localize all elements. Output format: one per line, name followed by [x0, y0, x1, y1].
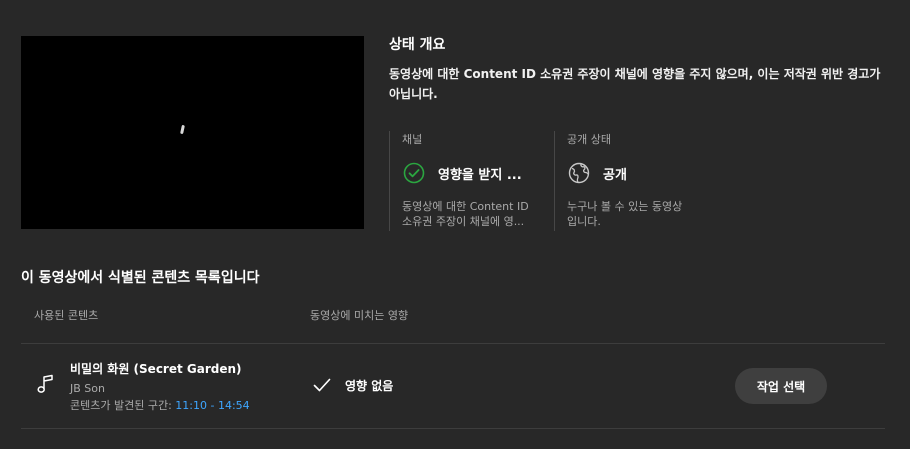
impact-value: 영향 없음 — [345, 378, 394, 393]
video-frame-artifact — [180, 124, 185, 135]
visibility-label: 공개 상태 — [567, 133, 611, 146]
impact-cell: 영향 없음 — [311, 374, 393, 396]
visibility-status-row: 공개 — [567, 161, 719, 185]
content-section-title: 이 동영상에서 식별된 콘텐츠 목록입니다 — [21, 270, 260, 286]
visibility-status-description: 누구나 볼 수 있는 동영상 입니다. — [567, 199, 709, 229]
visibility-desc-line-2: 입니다. — [567, 215, 601, 228]
status-cards: 채널 영향을 받지 ... 동영상에 대한 Content ID 소유권 주장이… — [389, 131, 719, 231]
song-artist: JB Son — [70, 382, 105, 395]
copyright-details-page: 상태 개요 동영상에 대한 Content ID 소유권 주장이 채널에 영향을… — [0, 0, 910, 449]
check-circle-icon — [403, 162, 425, 184]
visibility-desc-line-1: 누구나 볼 수 있는 동영상 — [567, 200, 683, 213]
select-action-button[interactable]: 작업 선택 — [735, 368, 827, 404]
visibility-status-value: 공개 — [603, 167, 627, 183]
channel-desc-line-1: 동영상에 대한 Content ID — [402, 200, 529, 213]
channel-desc-line-2: 소유권 주장이 채널에 영... — [402, 215, 525, 228]
check-icon — [313, 378, 331, 392]
visibility-status-card: 공개 상태 공개 누구나 볼 수 있는 동영상 입니다. — [554, 131, 719, 231]
table-row: 비밀의 화원 (Secret Garden) JB Son 콘텐츠가 발견된 구… — [21, 344, 885, 428]
video-preview[interactable] — [21, 36, 364, 229]
table-divider-bottom — [21, 428, 885, 429]
globe-icon — [568, 162, 590, 184]
column-header-content: 사용된 콘텐츠 — [34, 309, 99, 322]
channel-status-card: 채널 영향을 받지 ... 동영상에 대한 Content ID 소유권 주장이… — [389, 131, 554, 231]
match-range-label: 콘텐츠가 발견된 구간: — [70, 399, 176, 412]
match-range: 콘텐츠가 발견된 구간: 11:10 - 14:54 — [70, 398, 250, 413]
channel-status-row: 영향을 받지 ... — [402, 161, 554, 185]
channel-label: 채널 — [402, 133, 423, 146]
channel-status-value: 영향을 받지 ... — [438, 167, 522, 183]
summary-title: 상태 개요 — [389, 37, 446, 53]
channel-status-description: 동영상에 대한 Content ID 소유권 주장이 채널에 영... — [402, 199, 544, 229]
match-range-time[interactable]: 11:10 - 14:54 — [175, 399, 249, 412]
music-note-icon — [37, 374, 53, 393]
content-info: 비밀의 화원 (Secret Garden) JB Son 콘텐츠가 발견된 구… — [70, 361, 250, 413]
column-header-impact: 동영상에 미치는 영향 — [310, 309, 409, 322]
summary-description: 동영상에 대한 Content ID 소유권 주장이 채널에 영향을 주지 않으… — [389, 67, 881, 101]
song-title: 비밀의 화원 (Secret Garden) — [70, 362, 242, 376]
status-summary: 상태 개요 동영상에 대한 Content ID 소유권 주장이 채널에 영향을… — [389, 36, 889, 104]
